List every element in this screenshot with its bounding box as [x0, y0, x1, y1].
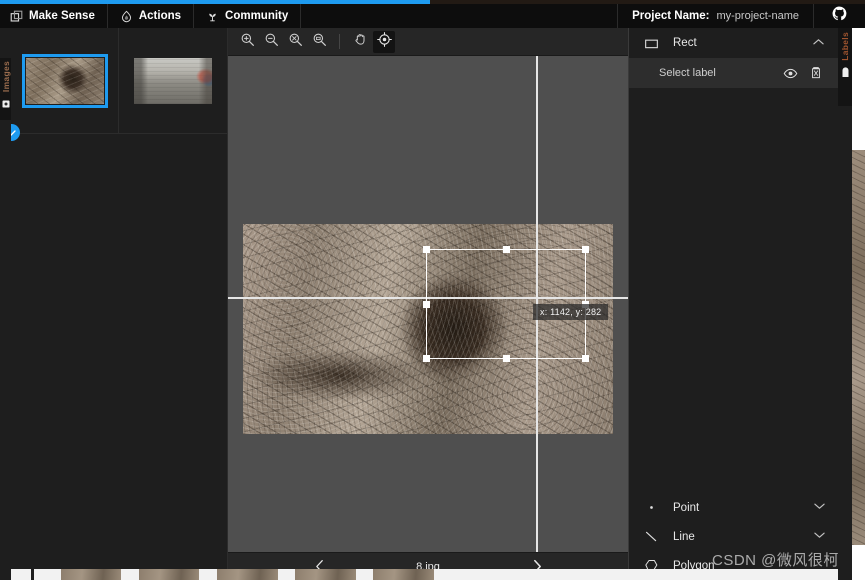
- nav-item-actions-label: Actions: [138, 10, 182, 22]
- nav-item-community[interactable]: Community: [194, 4, 302, 28]
- cursor-coordinate-tooltip: x: 1142, y: 282: [533, 304, 609, 320]
- trash-icon[interactable]: [808, 65, 824, 81]
- background-filmstrip: [0, 569, 865, 580]
- zoom-max-icon: [288, 32, 303, 52]
- right-rail: [838, 28, 852, 580]
- left-rail: Images: [0, 28, 11, 580]
- flame-icon: [120, 10, 133, 23]
- labels-panel: Rect Select label Point Line Polygon: [628, 28, 838, 580]
- project-name-field[interactable]: Project Name: my-project-name: [618, 4, 814, 28]
- thumbnail-item-pothole[interactable]: [3, 28, 119, 141]
- annotation-canvas[interactable]: x: 1142, y: 282: [228, 56, 628, 552]
- nav-item-community-label: Community: [225, 10, 289, 22]
- eye-icon[interactable]: [782, 65, 798, 81]
- canvas-toolbar: [228, 28, 628, 56]
- rect-icon: [643, 36, 659, 51]
- app-logo-button[interactable]: Make Sense: [0, 4, 108, 28]
- bbox-handle-n[interactable]: [502, 246, 510, 253]
- label-row-select-label[interactable]: Select label: [629, 58, 838, 88]
- app-root: Make Sense Actions Community Project Nam…: [0, 0, 865, 580]
- chevron-up-icon[interactable]: [813, 38, 824, 49]
- chevron-down-icon[interactable]: [814, 531, 825, 542]
- zoom-in-icon: [240, 32, 255, 52]
- project-name-label: Project Name:: [632, 10, 710, 22]
- bbox-handle-se[interactable]: [582, 355, 589, 362]
- zoom-out-button[interactable]: [260, 31, 282, 53]
- chevron-down-icon[interactable]: [814, 502, 825, 513]
- bbox-handle-ne[interactable]: [582, 246, 589, 253]
- section-header-line[interactable]: Line: [629, 522, 839, 551]
- bbox-handle-nw[interactable]: [423, 246, 430, 253]
- thumbnail-item-foggy-road[interactable]: [119, 28, 227, 134]
- nav-item-actions[interactable]: Actions: [108, 4, 195, 28]
- bbox-handle-sw[interactable]: [423, 355, 430, 362]
- sprout-icon: [206, 10, 219, 23]
- zoom-fit-button[interactable]: [308, 31, 330, 53]
- shape-sections-bottom: Point Line Polygon: [629, 493, 839, 580]
- nav-spacer: [301, 4, 619, 28]
- line-icon: [643, 529, 659, 544]
- github-link-button[interactable]: [814, 4, 865, 28]
- github-icon: [832, 6, 847, 26]
- crosshair-icon: [376, 31, 392, 52]
- section-label-rect: Rect: [673, 37, 697, 49]
- accent-progress-bar: [0, 0, 430, 4]
- section-label-point: Point: [673, 501, 700, 514]
- section-header-rect[interactable]: Rect: [629, 28, 838, 58]
- select-label-text: Select label: [659, 67, 716, 79]
- thumbnail-image-pothole: [21, 53, 108, 108]
- images-icon: [2, 95, 10, 113]
- bbox-handle-s[interactable]: [502, 355, 510, 362]
- zoom-fit-icon: [312, 32, 327, 52]
- thumbnail-image-foggy-road: [134, 57, 212, 104]
- bbox-handle-w[interactable]: [423, 300, 430, 308]
- app-logo-label: Make Sense: [29, 10, 95, 22]
- editor-area: x: 1142, y: 282 8.jpg: [228, 28, 628, 580]
- images-tab-button[interactable]: Images: [0, 58, 11, 120]
- images-tab-label: Images: [0, 61, 11, 93]
- section-label-line: Line: [673, 530, 695, 543]
- project-name-value: my-project-name: [716, 10, 799, 22]
- crosshair-tool-button[interactable]: [373, 30, 395, 53]
- thumbnails-row: [3, 28, 228, 141]
- thumbnails-panel: [3, 28, 228, 580]
- zoom-in-button[interactable]: [236, 31, 258, 53]
- zoom-max-button[interactable]: [284, 31, 306, 53]
- point-icon: [643, 500, 659, 515]
- layers-logo-icon: [10, 10, 23, 23]
- tag-icon: [841, 65, 850, 83]
- labels-tab-label: Labels: [840, 32, 850, 61]
- top-navigation-bar: Make Sense Actions Community Project Nam…: [0, 4, 865, 28]
- section-header-point[interactable]: Point: [629, 493, 839, 522]
- toolbar-divider: [339, 34, 340, 49]
- edge-photo-preview: [852, 150, 865, 545]
- zoom-out-icon: [264, 32, 279, 52]
- pan-tool-button[interactable]: [349, 31, 371, 53]
- pan-hand-icon: [353, 32, 368, 52]
- desktop-edge-sliver: [852, 0, 865, 580]
- labels-tab-button[interactable]: Labels: [838, 28, 852, 106]
